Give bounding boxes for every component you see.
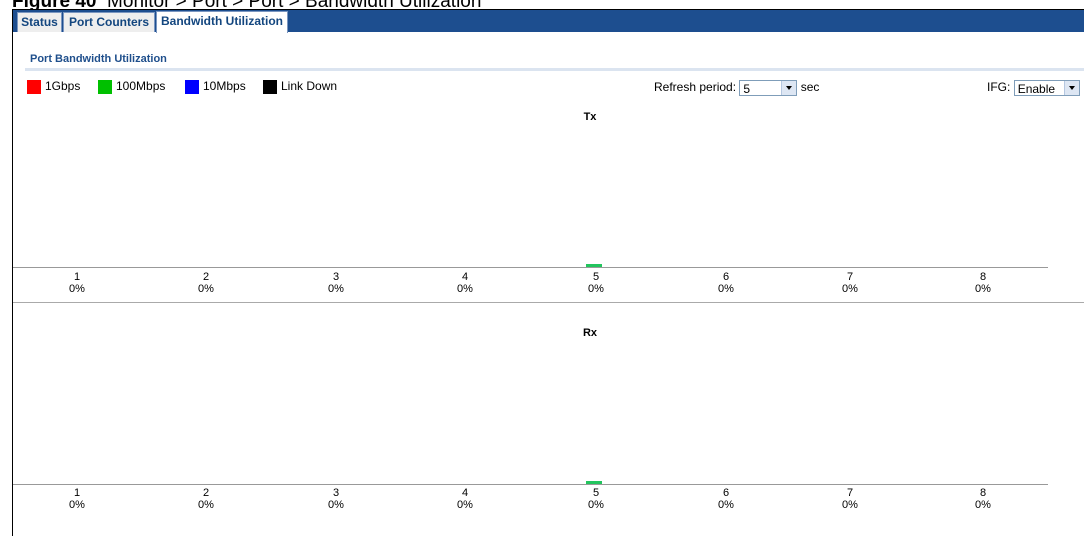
rx-port-5: 5 0% (576, 487, 616, 511)
tx-port-number: 1 (73, 271, 81, 283)
tx-port-2: 2 0% (186, 271, 226, 295)
tab-bar: Status Port Counters Bandwidth Utilizati… (13, 10, 1084, 33)
refresh-period-label: Refresh period: (654, 80, 737, 94)
rx-port-number: 5 (592, 487, 600, 499)
rx-port-utilization: 0% (718, 499, 734, 511)
legend-swatch-1gbps (27, 79, 41, 94)
rx-port-utilization: 0% (69, 499, 85, 511)
legend-label-1gbps: 1Gbps (45, 79, 81, 93)
tx-port-number: 8 (979, 271, 987, 283)
rx-baseline (13, 484, 1048, 485)
tab-port-counters[interactable]: Port Counters (63, 12, 155, 32)
rx-chart-title: Rx (582, 327, 598, 339)
rx-port-utilization: 0% (457, 499, 473, 511)
rx-port-number: 7 (846, 487, 854, 499)
rx-port-utilization: 0% (975, 499, 991, 511)
section-divider (25, 68, 1084, 71)
ifg-label: IFG: (987, 80, 1011, 94)
tx-port-4: 4 0% (445, 271, 485, 295)
tx-port-utilization: 0% (198, 283, 214, 295)
tx-port-3: 3 0% (316, 271, 356, 295)
tx-port-number: 6 (722, 271, 730, 283)
ifg-control: IFG: Enable (987, 78, 1080, 96)
tx-port-utilization: 0% (588, 283, 604, 295)
tx-port-utilization: 0% (975, 283, 991, 295)
tx-chart-title: Tx (583, 111, 597, 123)
refresh-period-select[interactable]: 5 (739, 79, 798, 96)
refresh-period-control: Refresh period: 5 sec (654, 78, 819, 96)
tx-port-number: 4 (461, 271, 469, 283)
tx-port-6: 6 0% (706, 271, 746, 295)
chart-divider (13, 302, 1084, 303)
legend-10mbps: 10Mbps (185, 78, 246, 94)
tx-port-utilization: 0% (69, 283, 85, 295)
tx-port-utilization: 0% (457, 283, 473, 295)
rx-port-number: 4 (461, 487, 469, 499)
rx-port-number: 8 (979, 487, 987, 499)
ifg-value: Enable (1017, 81, 1056, 96)
bandwidth-utilization-panel: Status Port Counters Bandwidth Utilizati… (12, 9, 1084, 536)
ifg-select[interactable]: Enable (1013, 79, 1080, 96)
rx-port-6: 6 0% (706, 487, 746, 511)
chevron-down-icon (1063, 80, 1079, 95)
rx-port-utilization: 0% (328, 499, 344, 511)
legend-100mbps: 100Mbps (98, 78, 165, 94)
rx-port-number: 2 (202, 487, 210, 499)
tx-baseline (13, 267, 1048, 268)
legend-1gbps: 1Gbps (27, 78, 80, 94)
tx-port-number: 2 (202, 271, 210, 283)
tab-status[interactable]: Status (17, 12, 62, 32)
section-title: Port Bandwidth Utilization (30, 53, 167, 65)
legend-swatch-10mbps (185, 79, 199, 94)
tx-port-number: 3 (332, 271, 340, 283)
rx-port-4: 4 0% (445, 487, 485, 511)
chevron-down-icon (781, 80, 797, 95)
legend-link-down: Link Down (263, 78, 337, 94)
refresh-period-value: 5 (743, 81, 751, 96)
rx-port-number: 3 (332, 487, 340, 499)
tx-port-1: 1 0% (57, 271, 97, 295)
tx-port-7: 7 0% (830, 271, 870, 295)
legend-swatch-link-down (263, 79, 277, 94)
rx-port-number: 6 (722, 487, 730, 499)
tx-port-utilization: 0% (718, 283, 734, 295)
tx-port-number: 5 (592, 271, 600, 283)
rx-port-utilization: 0% (588, 499, 604, 511)
rx-port-7: 7 0% (830, 487, 870, 511)
tx-port-8: 8 0% (963, 271, 1003, 295)
tx-port-utilization: 0% (328, 283, 344, 295)
rx-port-number: 1 (73, 487, 81, 499)
refresh-period-unit: sec (800, 80, 820, 94)
legend-label-100mbps: 100Mbps (116, 79, 166, 93)
tx-port-number: 7 (846, 271, 854, 283)
tx-port-5: 5 0% (576, 271, 616, 295)
rx-port-2: 2 0% (186, 487, 226, 511)
legend-label-link-down: Link Down (281, 79, 338, 93)
legend-label-10mbps: 10Mbps (203, 79, 246, 93)
rx-port-8: 8 0% (963, 487, 1003, 511)
tx-port-utilization: 0% (842, 283, 858, 295)
rx-port-utilization: 0% (198, 499, 214, 511)
legend-swatch-100mbps (98, 79, 112, 94)
rx-port-1: 1 0% (57, 487, 97, 511)
tab-bandwidth-utilization[interactable]: Bandwidth Utilization (156, 11, 288, 33)
rx-port-3: 3 0% (316, 487, 356, 511)
rx-port-utilization: 0% (842, 499, 858, 511)
